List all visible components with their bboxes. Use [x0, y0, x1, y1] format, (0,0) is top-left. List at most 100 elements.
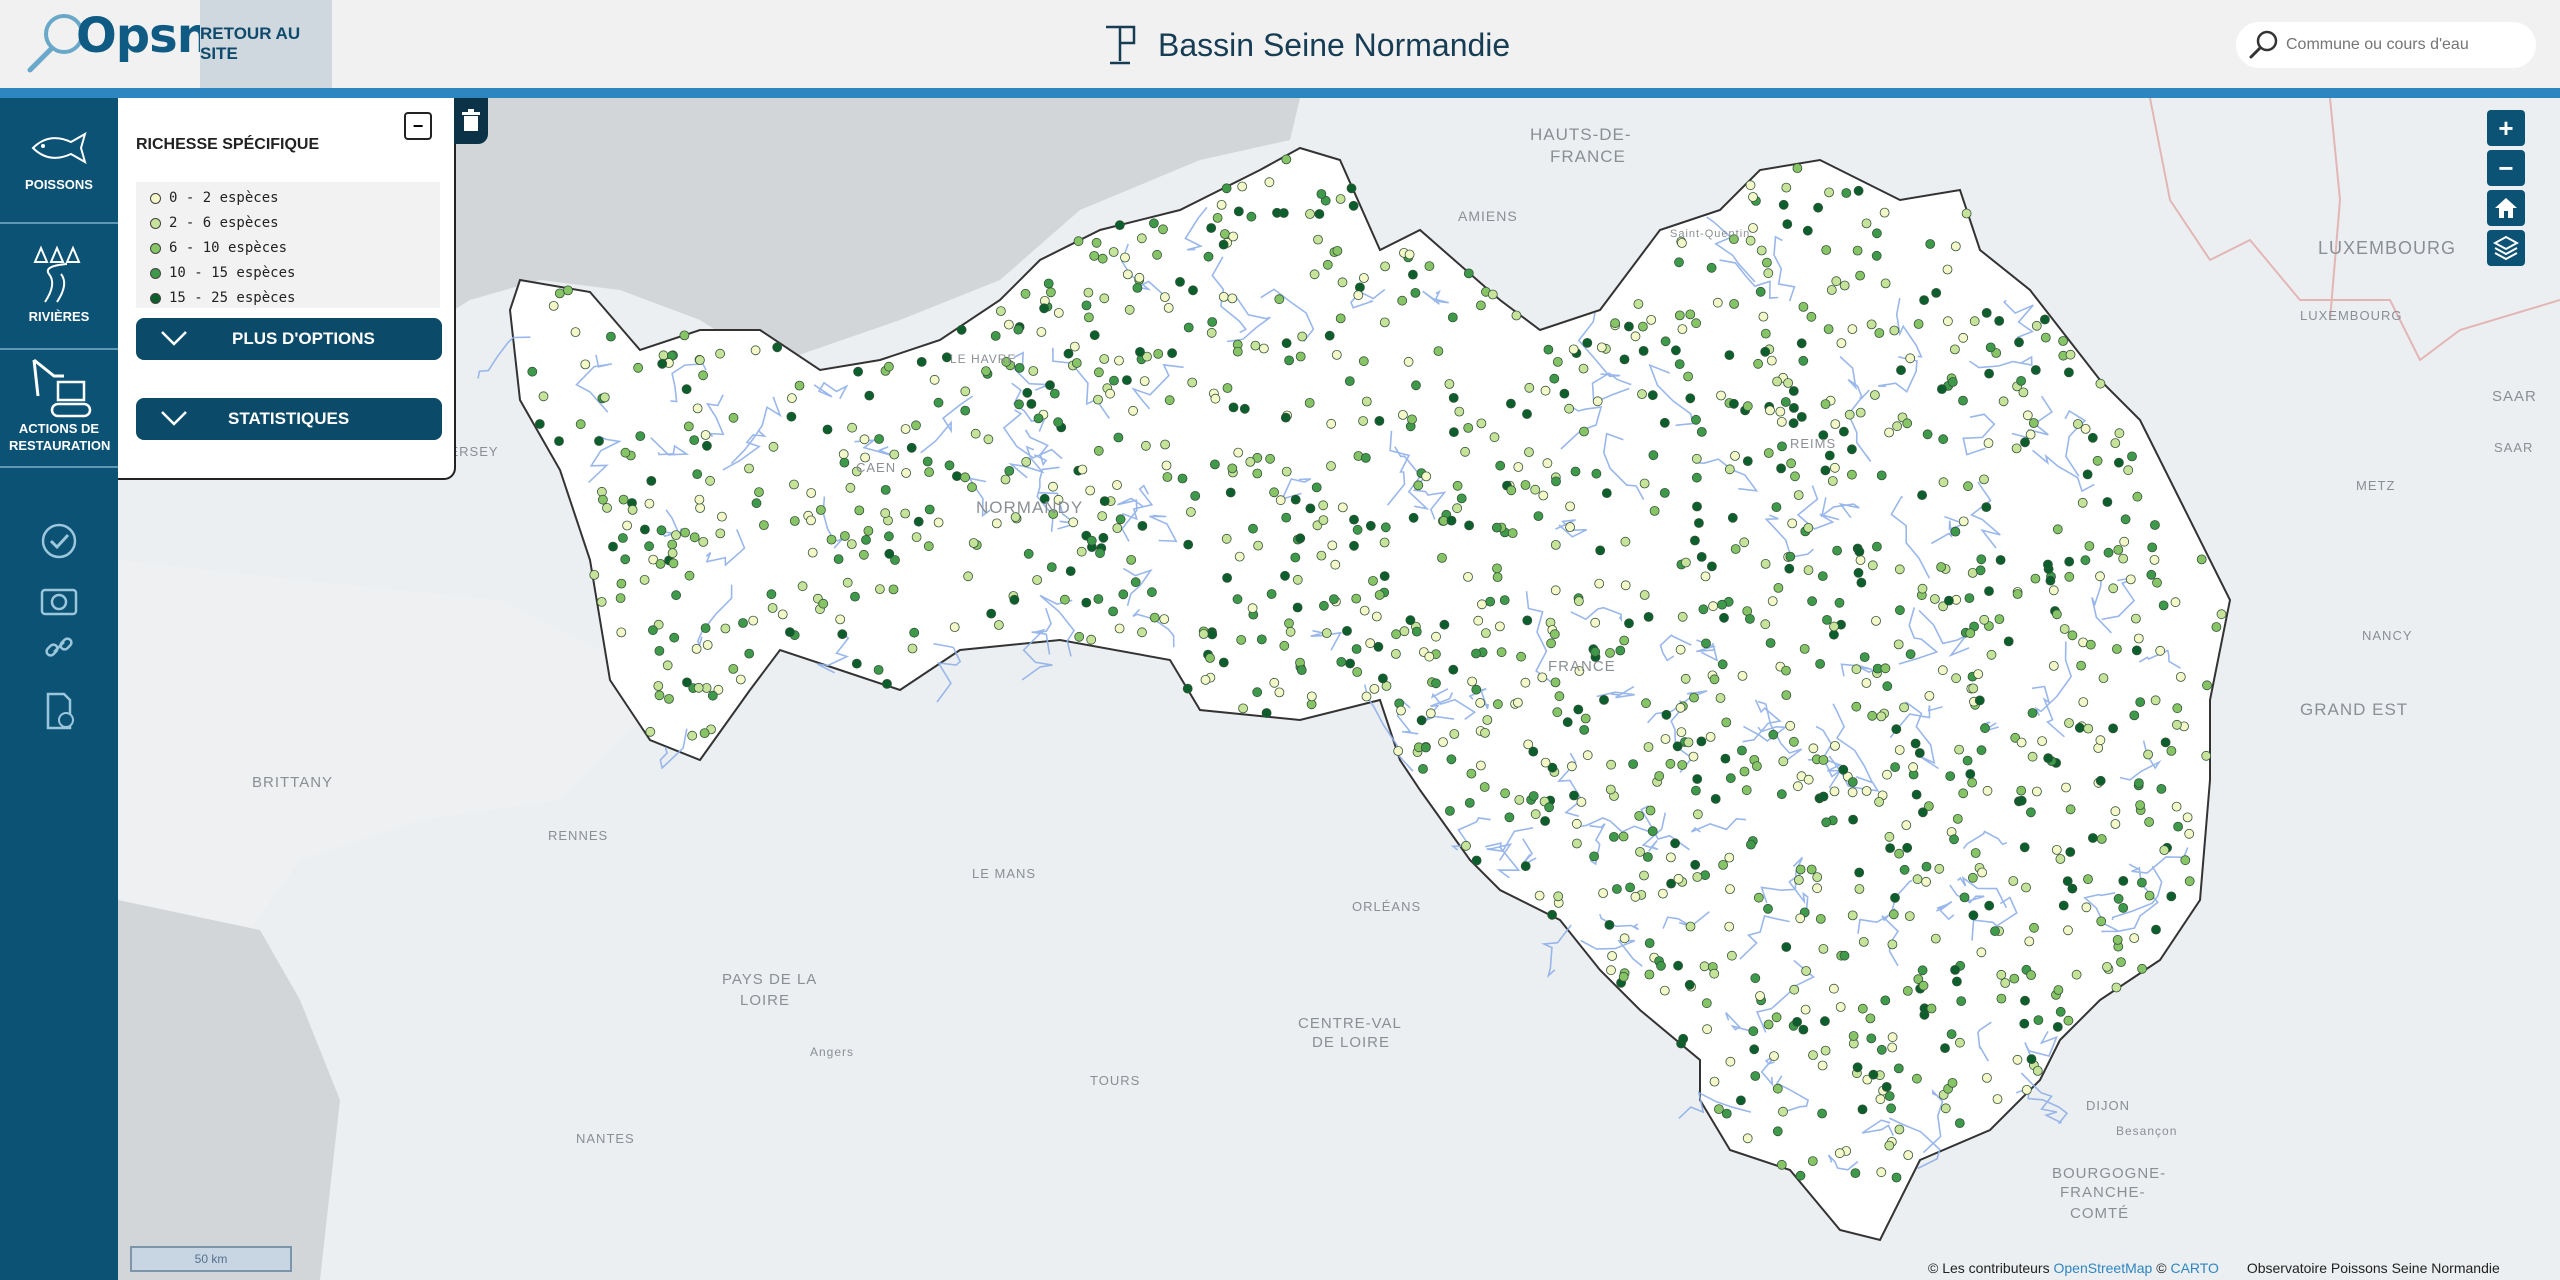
- station-marker[interactable]: [692, 403, 703, 414]
- station-marker[interactable]: [807, 547, 818, 558]
- station-marker[interactable]: [1876, 1167, 1887, 1178]
- station-marker[interactable]: [1820, 399, 1831, 410]
- station-marker[interactable]: [1237, 181, 1248, 192]
- station-marker[interactable]: [1233, 206, 1244, 217]
- station-marker[interactable]: [1795, 864, 1806, 875]
- station-marker[interactable]: [1709, 968, 1720, 979]
- station-marker[interactable]: [2202, 680, 2212, 691]
- station-marker[interactable]: [1306, 691, 1317, 702]
- station-marker[interactable]: [1411, 380, 1421, 391]
- station-marker[interactable]: [1852, 245, 1863, 256]
- station-marker[interactable]: [1752, 761, 1762, 771]
- station-marker[interactable]: [1416, 715, 1427, 726]
- station-marker[interactable]: [1540, 385, 1551, 396]
- station-marker[interactable]: [1562, 717, 1573, 728]
- station-marker[interactable]: [1126, 555, 1137, 565]
- station-marker[interactable]: [1404, 249, 1415, 260]
- station-marker[interactable]: [1149, 612, 1160, 623]
- station-marker[interactable]: [2045, 575, 2056, 586]
- carto-link[interactable]: CARTO: [2170, 1260, 2219, 1276]
- station-marker[interactable]: [1279, 640, 1290, 651]
- station-marker[interactable]: [1847, 444, 1857, 455]
- station-marker[interactable]: [1871, 616, 1881, 626]
- station-marker[interactable]: [922, 456, 933, 467]
- station-marker[interactable]: [880, 484, 891, 495]
- station-marker[interactable]: [1691, 414, 1701, 425]
- station-marker[interactable]: [1808, 1050, 1818, 1060]
- station-marker[interactable]: [1839, 280, 1850, 291]
- station-marker[interactable]: [1654, 771, 1665, 781]
- station-marker[interactable]: [1930, 594, 1940, 604]
- station-marker[interactable]: [1161, 460, 1172, 471]
- station-marker[interactable]: [1624, 618, 1634, 629]
- station-marker[interactable]: [1807, 596, 1817, 607]
- station-marker[interactable]: [554, 436, 564, 447]
- station-marker[interactable]: [967, 482, 977, 493]
- station-marker[interactable]: [906, 442, 917, 453]
- station-marker[interactable]: [2182, 812, 2193, 823]
- station-marker[interactable]: [1292, 574, 1303, 585]
- station-marker[interactable]: [1674, 310, 1685, 321]
- station-marker[interactable]: [772, 342, 783, 353]
- station-marker[interactable]: [1543, 344, 1554, 355]
- station-marker[interactable]: [875, 584, 885, 594]
- station-marker[interactable]: [1789, 736, 1799, 747]
- station-marker[interactable]: [1314, 209, 1325, 219]
- station-marker[interactable]: [2084, 541, 2095, 551]
- station-marker[interactable]: [1917, 965, 1928, 976]
- station-marker[interactable]: [1466, 768, 1477, 779]
- station-marker[interactable]: [1373, 641, 1384, 652]
- station-marker[interactable]: [1964, 593, 1975, 603]
- station-marker[interactable]: [1824, 187, 1834, 198]
- station-marker[interactable]: [1955, 1037, 1965, 1048]
- station-marker[interactable]: [880, 508, 891, 519]
- station-marker[interactable]: [983, 434, 994, 445]
- station-marker[interactable]: [1069, 341, 1080, 352]
- station-marker[interactable]: [1880, 995, 1891, 1006]
- station-marker[interactable]: [1559, 388, 1570, 399]
- station-marker[interactable]: [1369, 684, 1380, 694]
- station-marker[interactable]: [1683, 737, 1694, 748]
- station-marker[interactable]: [1120, 252, 1130, 263]
- station-marker[interactable]: [1793, 490, 1804, 501]
- station-marker[interactable]: [1618, 831, 1629, 842]
- station-marker[interactable]: [1925, 239, 1936, 249]
- station-marker[interactable]: [1618, 971, 1629, 982]
- station-marker[interactable]: [1724, 464, 1735, 475]
- station-marker[interactable]: [853, 366, 863, 377]
- station-marker[interactable]: [735, 674, 746, 685]
- station-marker[interactable]: [1115, 514, 1126, 525]
- station-marker[interactable]: [1544, 802, 1554, 813]
- station-marker[interactable]: [2025, 429, 2036, 440]
- station-marker[interactable]: [1319, 600, 1329, 611]
- station-marker[interactable]: [698, 537, 709, 547]
- station-marker[interactable]: [1765, 638, 1776, 648]
- station-marker[interactable]: [1218, 239, 1229, 250]
- station-marker[interactable]: [1524, 447, 1534, 458]
- station-marker[interactable]: [2159, 845, 2170, 855]
- station-marker[interactable]: [1859, 652, 1870, 662]
- station-marker[interactable]: [1398, 409, 1408, 420]
- station-marker[interactable]: [1313, 234, 1323, 245]
- station-marker[interactable]: [1513, 697, 1523, 708]
- station-marker[interactable]: [1290, 552, 1301, 563]
- station-marker[interactable]: [1598, 888, 1608, 898]
- station-marker[interactable]: [996, 306, 1006, 317]
- station-marker[interactable]: [1550, 540, 1561, 550]
- station-marker[interactable]: [1607, 951, 1617, 961]
- station-marker[interactable]: [1379, 571, 1390, 581]
- station-marker[interactable]: [2201, 750, 2212, 761]
- station-marker[interactable]: [1114, 623, 1125, 634]
- station-marker[interactable]: [2043, 753, 2054, 763]
- station-marker[interactable]: [1644, 938, 1655, 948]
- station-marker[interactable]: [1798, 355, 1809, 366]
- station-marker[interactable]: [1730, 544, 1741, 554]
- station-marker[interactable]: [1812, 872, 1823, 882]
- station-marker[interactable]: [1112, 480, 1122, 490]
- station-marker[interactable]: [1186, 507, 1196, 517]
- station-marker[interactable]: [1647, 390, 1658, 401]
- station-marker[interactable]: [1982, 785, 1993, 796]
- station-marker[interactable]: [1206, 327, 1217, 338]
- station-marker[interactable]: [2016, 737, 2027, 748]
- station-marker[interactable]: [2058, 900, 2069, 911]
